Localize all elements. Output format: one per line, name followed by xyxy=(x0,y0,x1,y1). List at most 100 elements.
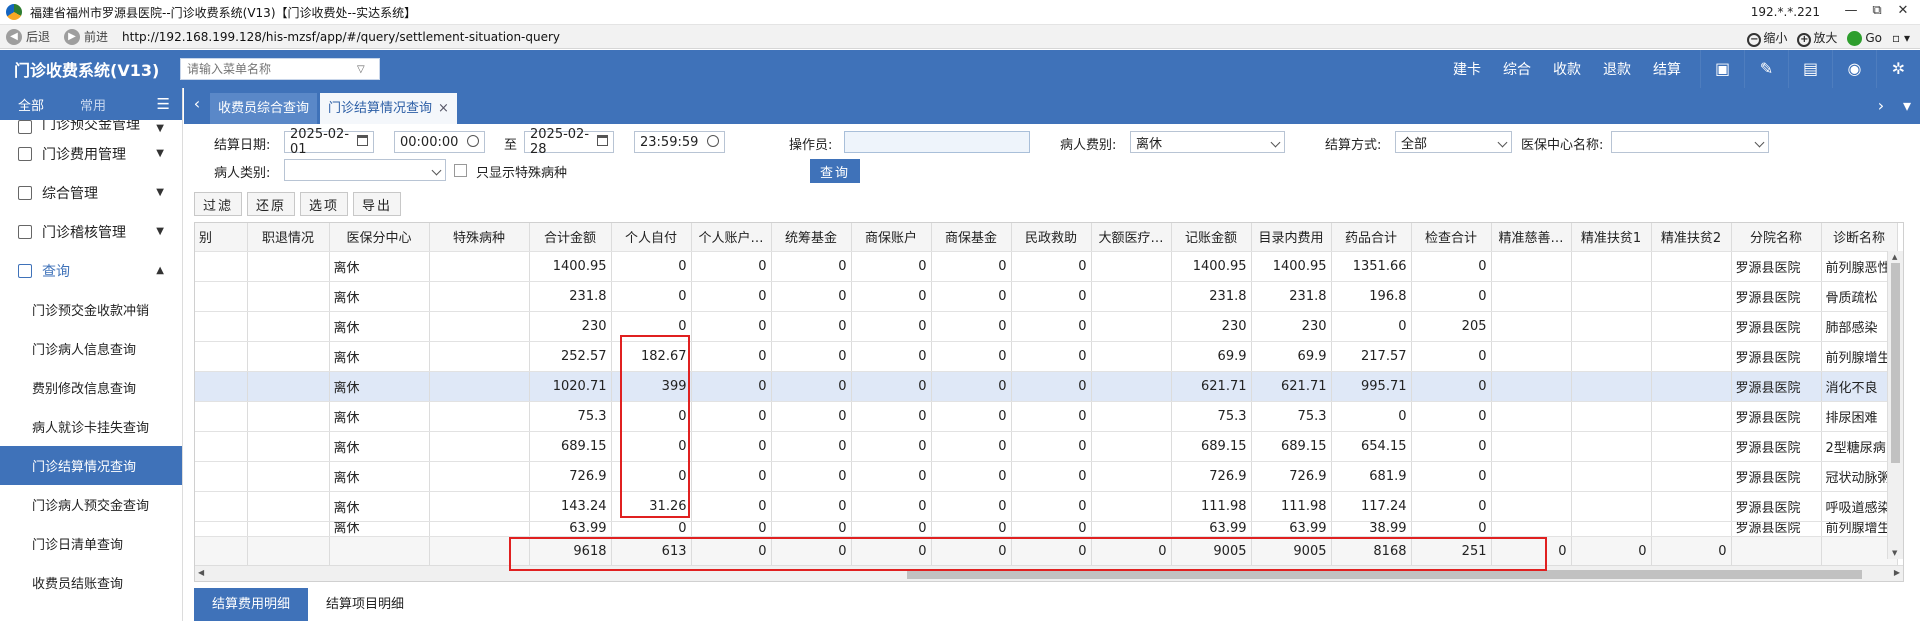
tab-scroll-left-icon[interactable]: ‹ xyxy=(184,88,210,124)
collect-payment-button[interactable]: 收款 xyxy=(1542,59,1592,79)
eye-icon[interactable]: ◉ xyxy=(1832,50,1876,88)
sidebar-item[interactable]: 费别修改信息查询 xyxy=(0,368,182,407)
table-row[interactable]: 离休 75.3 0 0 0 0 0 0 75.3 75.3 0 0 罗源县医院 排尿困难 xyxy=(195,401,1898,432)
comprehensive-button[interactable]: 综合 xyxy=(1492,59,1542,79)
sidebar-group-fee[interactable]: 门诊费用管理 ▼ xyxy=(0,134,182,173)
tab-settlement-query[interactable]: 门诊结算情况查询 × xyxy=(320,93,457,124)
create-card-button[interactable]: 建卡 xyxy=(1442,59,1492,79)
minimize-button[interactable]: — xyxy=(1842,3,1860,18)
sidebar-item[interactable]: 收费员结账查询 xyxy=(0,563,182,602)
table-row[interactable]: 离休 231.8 0 0 0 0 0 0 231.8 231.8 196.8 0 罗源县医院 骨质疏松 xyxy=(195,281,1898,312)
operator-field[interactable] xyxy=(844,131,1030,153)
tab-item-detail[interactable]: 结算项目明细 xyxy=(308,588,422,621)
sidebar-group-audit[interactable]: 门诊稽核管理 ▼ xyxy=(0,212,182,251)
table-row[interactable]: 离休 63.99 0 0 0 0 0 0 63.99 63.99 38.99 0 罗源县医院 前列腺增生 xyxy=(195,521,1898,537)
table-row[interactable]: 离休 252.57 182.67 0 0 0 0 0 69.9 69.9 217.57 0 罗源县医院前… xyxy=(195,341,1898,372)
settle-button[interactable]: 结算 xyxy=(1642,59,1692,79)
time-from-field[interactable]: 00:00:00 xyxy=(394,131,485,153)
fee-type-select[interactable]: 离休 xyxy=(1130,131,1285,153)
document-icon[interactable]: ▤ xyxy=(1788,50,1832,88)
column-header[interactable]: 大额医疗… xyxy=(1091,223,1172,252)
chevron-down-icon[interactable]: ▽ xyxy=(357,64,365,75)
tab-fee-detail[interactable]: 结算费用明细 xyxy=(194,588,309,621)
table-row[interactable]: 离休 143.24 31.26 0 0 0 0 0 111.98 111.98 117.24 0 罗源县… xyxy=(195,491,1898,522)
column-header[interactable]: 目录内费用 xyxy=(1251,223,1332,252)
filter-button[interactable]: 过滤 xyxy=(194,192,243,216)
column-header[interactable]: 商保基金 xyxy=(931,223,1012,252)
column-header[interactable]: 职退情况 xyxy=(247,223,330,252)
table-row[interactable]: 离休 1400.95 0 0 0 0 0 0 1400.95 1400.95 1351.66 0 罗源县… xyxy=(195,251,1898,282)
column-header[interactable]: 检查合计 xyxy=(1411,223,1492,252)
column-header[interactable]: 医保分中心 xyxy=(329,223,430,252)
column-header[interactable]: 记账金额 xyxy=(1171,223,1252,252)
sidebar-item[interactable]: 门诊预交金收款冲销 xyxy=(0,290,182,329)
column-header[interactable]: 药品合计 xyxy=(1331,223,1412,252)
scroll-right-icon[interactable]: ▶ xyxy=(1894,568,1900,577)
table-row[interactable]: 离休 1020.71 399 0 0 0 0 0 621.71 621.71 995.71 0 罗源县医… xyxy=(195,371,1898,402)
gear-icon[interactable]: ✲ xyxy=(1876,50,1920,88)
restore-filter-button[interactable]: 还原 xyxy=(247,192,296,216)
screen-icon[interactable]: ▣ xyxy=(1700,50,1744,88)
vertical-scrollbar[interactable]: ▲ ▼ xyxy=(1887,251,1903,559)
export-button[interactable]: 导出 xyxy=(353,192,402,216)
settings-dropdown-icon[interactable]: ▫ ▾ xyxy=(1892,31,1910,45)
query-button[interactable]: 查询 xyxy=(810,159,860,183)
menu-search-input[interactable] xyxy=(187,62,357,76)
sidebar-group-general[interactable]: 综合管理 ▼ xyxy=(0,173,182,212)
scroll-up-icon[interactable]: ▲ xyxy=(1892,253,1897,261)
special-only-checkbox[interactable] xyxy=(454,164,467,177)
options-button[interactable]: 选项 xyxy=(300,192,349,216)
column-header[interactable]: 个人自付 xyxy=(611,223,692,252)
sidebar-tab-all[interactable]: 全部 xyxy=(0,95,62,114)
tab-cashier-query[interactable]: 收费员综合查询 xyxy=(210,93,318,124)
patient-type-select[interactable] xyxy=(284,159,446,181)
zoom-out-button[interactable]: − 缩小 xyxy=(1747,29,1787,47)
sidebar-item[interactable]: 病人就诊卡挂失查询 xyxy=(0,407,182,446)
date-to-field[interactable]: 2025-02-28 xyxy=(524,127,614,157)
brush-icon[interactable]: ✎ xyxy=(1744,50,1788,88)
column-header[interactable]: 统筹基金 xyxy=(771,223,852,252)
table-row[interactable]: 离休 230 0 0 0 0 0 0 230 230 0 205 罗源县医院 肺部感染 xyxy=(195,311,1898,342)
scroll-down-icon[interactable]: ▼ xyxy=(1892,549,1897,557)
insurance-center-select[interactable] xyxy=(1611,131,1769,153)
column-header[interactable]: 别 xyxy=(195,223,248,252)
column-header[interactable]: 诊断名称 xyxy=(1821,223,1898,252)
settle-method-select[interactable]: 全部 xyxy=(1395,131,1512,153)
tab-menu-icon[interactable]: ▾ xyxy=(1894,88,1920,124)
forward-button[interactable]: ▶ 前进 xyxy=(64,28,108,45)
refund-button[interactable]: 退款 xyxy=(1592,59,1642,79)
sidebar-group-query[interactable]: 查询 ▲ xyxy=(0,251,182,290)
restore-button[interactable]: ⧉ xyxy=(1868,3,1886,18)
table-row[interactable]: 离休 726.9 0 0 0 0 0 0 726.9 726.9 681.9 0 罗源县医院 冠状动脉粥 xyxy=(195,461,1898,492)
horizontal-scrollbar[interactable]: ◀ ▶ xyxy=(195,565,1903,581)
tab-scroll-right-icon[interactable]: › xyxy=(1868,88,1894,124)
address-url[interactable]: http://192.168.199.128/his-mzsf/app/#/qu… xyxy=(122,30,560,44)
column-header[interactable]: 精准扶贫1 xyxy=(1571,223,1652,252)
operator-input[interactable] xyxy=(850,134,1024,150)
column-header[interactable]: 个人账户… xyxy=(691,223,772,252)
vertical-scroll-thumb[interactable] xyxy=(1891,263,1900,463)
column-header[interactable]: 民政救助 xyxy=(1011,223,1092,252)
sidebar-item[interactable]: 门诊病人信息查询 xyxy=(0,329,182,368)
column-header[interactable]: 商保账户 xyxy=(851,223,932,252)
column-header[interactable]: 分院名称 xyxy=(1731,223,1822,252)
scroll-left-icon[interactable]: ◀ xyxy=(198,568,204,577)
zoom-in-button[interactable]: + 放大 xyxy=(1797,29,1837,47)
sidebar-item-active[interactable]: 门诊结算情况查询 xyxy=(0,446,182,485)
go-button[interactable]: Go xyxy=(1847,30,1882,46)
sidebar-group-prepay[interactable]: 门诊预交金管理 ▼ xyxy=(0,120,182,134)
back-button[interactable]: ◀ 后退 xyxy=(6,28,50,45)
column-header[interactable]: 精准慈善… xyxy=(1491,223,1572,252)
column-header[interactable]: 精准扶贫2 xyxy=(1651,223,1732,252)
menu-search[interactable]: ▽ xyxy=(180,58,380,80)
sidebar-item[interactable]: 门诊日清单查询 xyxy=(0,524,182,563)
close-window-button[interactable]: ✕ xyxy=(1894,3,1912,18)
date-from-field[interactable]: 2025-02-01 xyxy=(284,127,374,157)
hamburger-icon[interactable]: ☰ xyxy=(157,95,170,113)
close-tab-icon[interactable]: × xyxy=(438,101,449,116)
column-header[interactable]: 合计金额 xyxy=(529,223,612,252)
sidebar-tab-common[interactable]: 常用 xyxy=(62,95,124,114)
horizontal-scroll-thumb[interactable] xyxy=(907,570,1862,579)
table-row[interactable]: 离休 689.15 0 0 0 0 0 0 689.15 689.15 654.15 0 罗源县医院 2型… xyxy=(195,431,1898,462)
sidebar-item[interactable]: 门诊病人预交金查询 xyxy=(0,485,182,524)
